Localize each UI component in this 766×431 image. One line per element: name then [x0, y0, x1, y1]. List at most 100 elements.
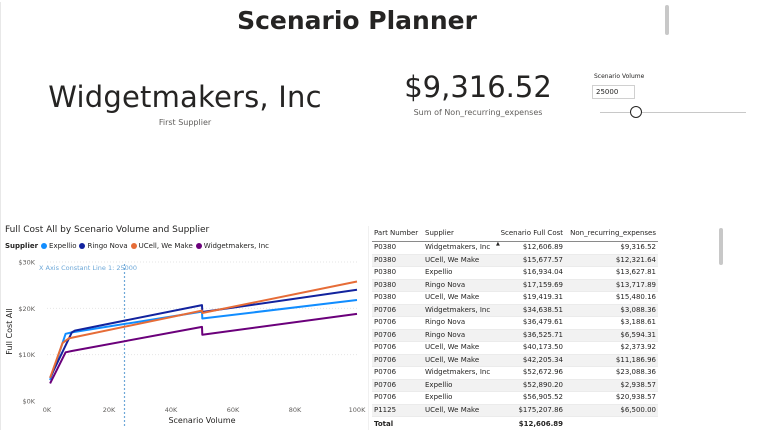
cell-scenario-full-cost: $56,905.52 [495, 392, 565, 405]
x-tick-label: 60K [227, 406, 240, 414]
cell-supplier: Expellio [423, 267, 495, 280]
y-tick-label: $0K [22, 398, 35, 406]
constant-line-label: X Axis Constant Line 1: 25000 [39, 264, 137, 272]
cell-part-number: P0706 [372, 367, 423, 380]
legend-item-expellio[interactable]: Expellio [41, 242, 76, 250]
cell-part-number: P0706 [372, 317, 423, 330]
legend-dot [196, 243, 202, 249]
legend-item-ringo-nova[interactable]: Ringo Nova [79, 242, 127, 250]
cell-scenario-full-cost: $40,173.50 [495, 342, 565, 355]
table-row[interactable]: P0706Widgetmakers, Inc$52,672.96$23,088.… [372, 367, 658, 380]
legend-title: Supplier [5, 242, 38, 250]
x-axis-title: Scenario Volume [168, 416, 235, 425]
column-header-part-number[interactable]: Part Number [372, 226, 423, 242]
table-row[interactable]: P0706UCell, We Make$40,173.50$2,373.92 [372, 342, 658, 355]
table-row[interactable]: P0380UCell, We Make$15,677.57$12,321.64 [372, 254, 658, 267]
total-label: Total [372, 417, 423, 431]
x-tick-label: 40K [165, 406, 178, 414]
table-divider [368, 226, 369, 430]
table-row[interactable]: P0706Widgetmakers, Inc$34,638.51$3,088.3… [372, 304, 658, 317]
cell-supplier: Widgetmakers, Inc [423, 242, 495, 255]
chart-title: Full Cost All by Scenario Volume and Sup… [5, 225, 209, 235]
kpi-card-value: $9,316.52 [393, 70, 563, 104]
cell-part-number: P0380 [372, 254, 423, 267]
slicer-title: Scenario Volume [594, 73, 644, 80]
scenario-volume-slider-handle[interactable] [630, 106, 642, 118]
cell-scenario-full-cost: $42,205.34 [495, 354, 565, 367]
cell-scenario-full-cost: $19,419.31 [495, 292, 565, 305]
page-scrollbar[interactable] [665, 5, 669, 35]
cell-part-number: P0380 [372, 267, 423, 280]
cell-non-recurring: $23,088.36 [565, 367, 658, 380]
x-tick-label: 80K [289, 406, 302, 414]
cell-supplier: UCell, We Make [423, 404, 495, 417]
cell-part-number: P0380 [372, 292, 423, 305]
cell-non-recurring: $6,500.00 [565, 404, 658, 417]
cell-part-number: P0706 [372, 342, 423, 355]
cell-supplier: Ringo Nova [423, 317, 495, 330]
column-header-scenario-full-cost[interactable]: Scenario Full Cost▲ [495, 226, 565, 242]
legend-dot [79, 243, 85, 249]
cell-scenario-full-cost: $36,525.71 [495, 329, 565, 342]
legend-dot [41, 243, 47, 249]
cell-part-number: P0706 [372, 304, 423, 317]
total-non-recurring [565, 417, 658, 431]
cell-non-recurring: $13,717.89 [565, 279, 658, 292]
supplier-card-caption: First Supplier [40, 118, 330, 127]
scenario-volume-slider-track[interactable] [600, 112, 746, 113]
parts-table[interactable]: Part Number Supplier Scenario Full Cost▲… [372, 226, 658, 431]
y-tick-label: $10K [18, 351, 35, 359]
table-row[interactable]: P0706UCell, We Make$42,205.34$11,186.96 [372, 354, 658, 367]
cell-part-number: P0706 [372, 392, 423, 405]
kpi-card-caption: Sum of Non_recurring_expenses [393, 108, 563, 117]
x-tick-label: 20K [103, 406, 116, 414]
table-row[interactable]: P1125UCell, We Make$175,207.86$6,500.00 [372, 404, 658, 417]
y-tick-label: $30K [18, 259, 35, 267]
cell-part-number: P0706 [372, 379, 423, 392]
cell-non-recurring: $9,316.52 [565, 242, 658, 255]
table-row[interactable]: P0706Ringo Nova$36,479.61$3,188.61 [372, 317, 658, 330]
cell-non-recurring: $13,627.81 [565, 267, 658, 280]
cell-non-recurring: $2,938.57 [565, 379, 658, 392]
legend-dot [131, 243, 137, 249]
series-line-widgetmakers [50, 314, 357, 384]
cell-supplier: UCell, We Make [423, 292, 495, 305]
cell-non-recurring: $11,186.96 [565, 354, 658, 367]
column-header-supplier[interactable]: Supplier [423, 226, 495, 242]
cell-non-recurring: $15,480.16 [565, 292, 658, 305]
cell-part-number: P0706 [372, 329, 423, 342]
total-full-cost: $12,606.89 [495, 417, 565, 431]
cell-supplier: UCell, We Make [423, 354, 495, 367]
line-chart[interactable]: $0K$10K$20K$30K0K20K40K60K80K100KScenari… [0, 252, 368, 430]
scenario-volume-input[interactable]: 25000 [592, 85, 635, 99]
cell-non-recurring: $3,088.36 [565, 304, 658, 317]
cell-scenario-full-cost: $36,479.61 [495, 317, 565, 330]
table-scrollbar[interactable] [719, 228, 723, 265]
cell-supplier: Widgetmakers, Inc [423, 367, 495, 380]
table-row[interactable]: P0380Expellio$16,934.04$13,627.81 [372, 267, 658, 280]
x-tick-label: 0K [43, 406, 52, 414]
cell-non-recurring: $3,188.61 [565, 317, 658, 330]
cell-part-number: P1125 [372, 404, 423, 417]
cell-supplier: Expellio [423, 379, 495, 392]
table-row[interactable]: P0706Ringo Nova$36,525.71$6,594.31 [372, 329, 658, 342]
cell-scenario-full-cost: $16,934.04 [495, 267, 565, 280]
table-row[interactable]: P0380Ringo Nova$17,159.69$13,717.89 [372, 279, 658, 292]
table-row[interactable]: P0706Expellio$56,905.52$20,938.57 [372, 392, 658, 405]
table-row[interactable]: P0380UCell, We Make$19,419.31$15,480.16 [372, 292, 658, 305]
table-row[interactable]: P0380Widgetmakers, Inc$12,606.89$9,316.5… [372, 242, 658, 255]
legend-item-ucell[interactable]: UCell, We Make [131, 242, 193, 250]
cell-supplier: UCell, We Make [423, 342, 495, 355]
y-tick-label: $20K [18, 305, 35, 313]
cell-scenario-full-cost: $12,606.89 [495, 242, 565, 255]
cell-non-recurring: $20,938.57 [565, 392, 658, 405]
cell-scenario-full-cost: $175,207.86 [495, 404, 565, 417]
table-row[interactable]: P0706Expellio$52,890.20$2,938.57 [372, 379, 658, 392]
legend-item-widgetmakers[interactable]: Widgetmakers, Inc [196, 242, 269, 250]
column-header-non-recurring[interactable]: Non_recurring_expenses [565, 226, 658, 242]
chart-legend: Supplier Expellio Ringo Nova UCell, We M… [5, 242, 272, 250]
cell-part-number: P0380 [372, 242, 423, 255]
cell-part-number: P0706 [372, 354, 423, 367]
cell-non-recurring: $12,321.64 [565, 254, 658, 267]
supplier-card-value: Widgetmakers, Inc [40, 80, 330, 114]
